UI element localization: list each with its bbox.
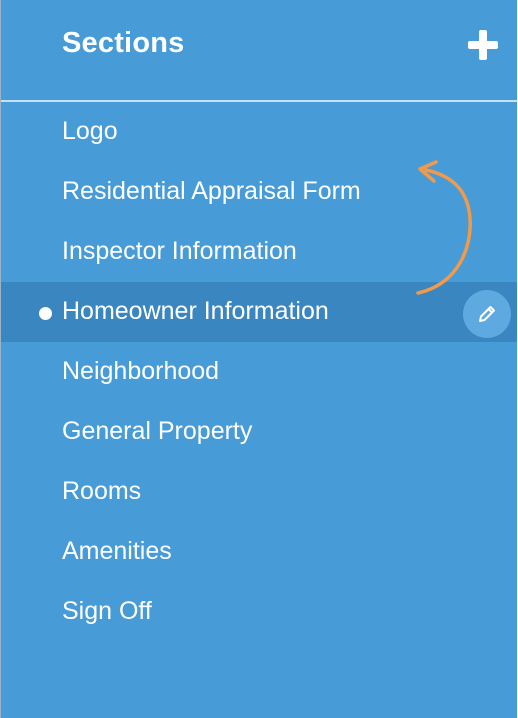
sections-header: Sections — [1, 0, 517, 100]
section-item-residential-appraisal-form[interactable]: Residential Appraisal Form — [1, 162, 517, 222]
section-item-label: General Property — [62, 417, 253, 445]
add-section-button[interactable] — [467, 30, 499, 62]
sections-list: Logo Residential Appraisal Form Inspecto… — [1, 102, 517, 642]
sections-title: Sections — [62, 27, 185, 59]
section-item-inspector-information[interactable]: Inspector Information — [1, 222, 517, 282]
sections-panel: Sections Logo Residential Appraisal Form… — [0, 0, 517, 718]
pencil-icon — [479, 306, 495, 322]
section-item-label: Neighborhood — [62, 357, 220, 385]
section-item-homeowner-information[interactable]: Homeowner Information — [1, 282, 517, 342]
section-item-amenities[interactable]: Amenities — [1, 522, 517, 582]
section-item-label: Logo — [62, 117, 118, 145]
section-item-label: Sign Off — [62, 597, 152, 625]
section-item-sign-off[interactable]: Sign Off — [1, 582, 517, 642]
edit-section-button[interactable] — [463, 290, 511, 338]
section-item-label: Amenities — [62, 537, 172, 565]
active-bullet-icon — [39, 307, 52, 320]
section-item-label: Inspector Information — [62, 237, 297, 265]
section-item-label: Rooms — [62, 477, 142, 505]
section-item-general-property[interactable]: General Property — [1, 402, 517, 462]
section-item-logo[interactable]: Logo — [1, 102, 517, 162]
section-item-rooms[interactable]: Rooms — [1, 462, 517, 522]
section-item-neighborhood[interactable]: Neighborhood — [1, 342, 517, 402]
section-item-label: Homeowner Information — [62, 297, 329, 325]
section-item-label: Residential Appraisal Form — [62, 177, 361, 205]
